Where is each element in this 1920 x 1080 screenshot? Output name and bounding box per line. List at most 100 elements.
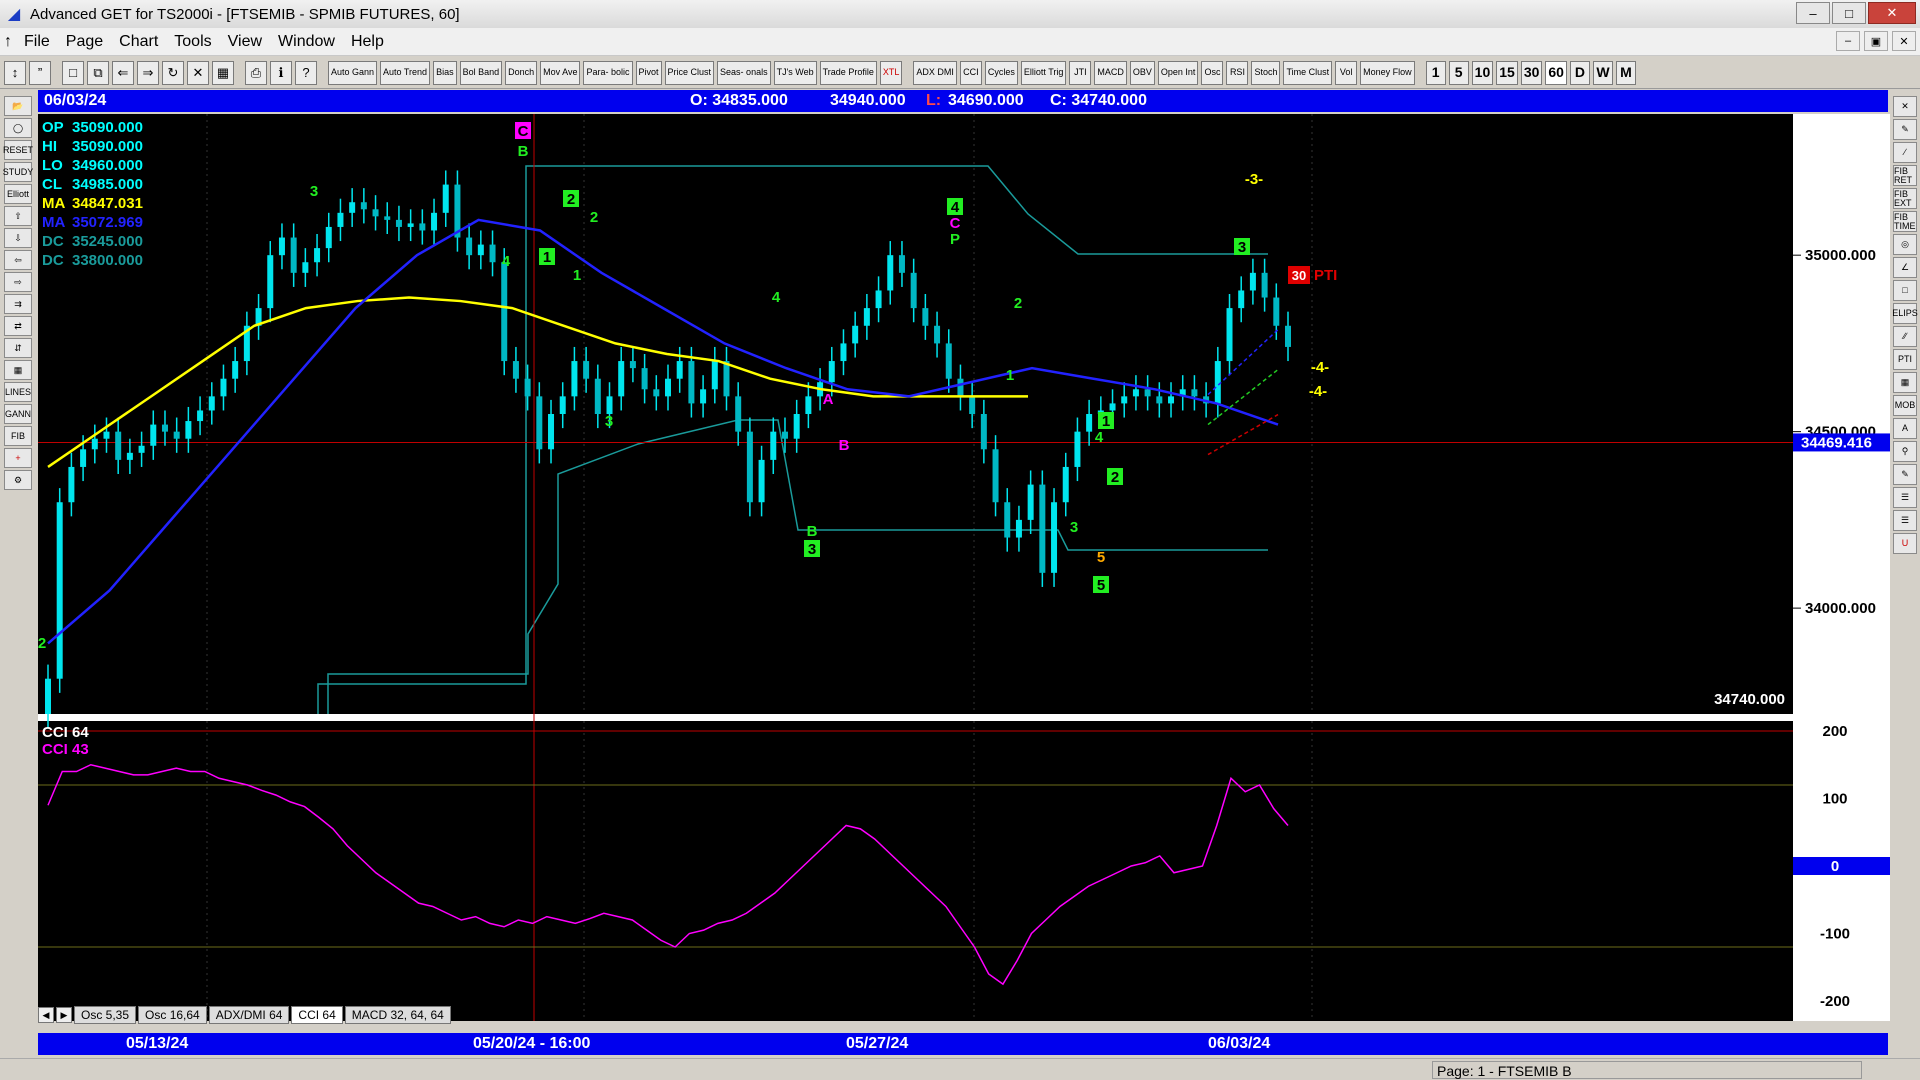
scroll-right-icon[interactable]: ⇒ [137,60,159,85]
lines-icon[interactable]: LINES [4,382,32,402]
study-donch-button[interactable]: Donch [505,60,538,85]
study-stoch-button[interactable]: Stoch [1251,60,1281,85]
study-elliott-trig-button[interactable]: Elliott Trig [1020,60,1067,85]
reset-icon[interactable]: RESET [3,140,33,160]
delete-icon[interactable]: ✕ [187,60,209,85]
magnet-icon[interactable]: U [1893,533,1917,554]
gann-icon[interactable]: GANN [4,404,32,424]
pointer-icon[interactable]: ↕ [4,60,26,85]
study-vol-button[interactable]: Vol [1335,60,1358,85]
copy-icon[interactable]: ⧉ [87,60,109,85]
list-icon[interactable]: ☰ [1893,510,1917,531]
interval-15-button[interactable]: 15 [1496,60,1518,85]
crosshair-icon[interactable]: + [4,448,32,468]
menu-file[interactable]: File [16,33,58,51]
tab-adx-dmi-64[interactable]: ADX/DMI 64 [208,1006,290,1024]
interval-5-button[interactable]: 5 [1448,60,1469,85]
trendline-icon[interactable]: ∕ [1893,142,1917,163]
study-bol-band-button[interactable]: Bol Band [459,60,503,85]
text-tool-icon[interactable]: A [1893,418,1917,439]
study-money-flow-button[interactable]: Money Flow [1360,60,1415,85]
menu-window[interactable]: Window [270,33,343,51]
study-osc-button[interactable]: Osc [1201,60,1224,85]
study-adx-dmi-button[interactable]: ADX DMI [913,60,957,85]
fib-icon[interactable]: FIB [4,426,32,446]
info-icon[interactable]: ℹ [270,60,292,85]
cycle-icon[interactable]: ☰ [1893,487,1917,508]
interval-w-button[interactable]: W [1592,60,1613,85]
fan-icon[interactable]: ∠ [1893,257,1917,278]
arrow-left-icon[interactable]: ⇦ [4,250,32,270]
magnifier-icon[interactable]: ⚲ [1893,441,1917,462]
grid-icon[interactable]: ▦ [212,60,234,85]
study-auto-gann-button[interactable]: Auto Gann [328,60,378,85]
study-price-clust-button[interactable]: Price Clust [664,60,715,85]
menu-help[interactable]: Help [343,33,392,51]
study-cci-button[interactable]: CCI [959,60,982,85]
help-icon[interactable]: ? [295,60,317,85]
circle-tool-icon[interactable]: ◎ [1893,234,1917,255]
study-jti-button[interactable]: JTI [1069,60,1092,85]
new-page-icon[interactable]: □ [62,60,84,85]
study-bias-button[interactable]: Bias [433,60,457,85]
marker-icon[interactable]: ✎ [1893,464,1917,485]
study-icon[interactable]: STUDY [3,162,33,182]
study-time-clust-button[interactable]: Time Clust [1283,60,1333,85]
open-folder-icon[interactable]: 📂 [4,96,32,116]
study-xtl-button[interactable]: XTL [879,60,903,85]
study-mov-ave-button[interactable]: Mov Ave [540,60,581,85]
study-open-int-button[interactable]: Open Int [1157,60,1199,85]
close-button[interactable]: ✕ [1868,2,1916,24]
settings-icon[interactable]: ⚙ [4,470,32,490]
box-icon[interactable]: □ [1893,280,1917,301]
menu-view[interactable]: View [220,33,270,51]
study-pivot-button[interactable]: Pivot [635,60,662,85]
pencil-icon[interactable]: ✎ [1893,119,1917,140]
interval-60-button[interactable]: 60 [1545,60,1567,85]
mdi-restore-button[interactable]: ▣ [1864,31,1888,51]
mdi-close-button[interactable]: ✕ [1892,31,1916,51]
interval-1-button[interactable]: 1 [1425,60,1446,85]
tab-cci-64[interactable]: CCI 64 [291,1006,343,1024]
quote-icon[interactable]: ” [29,60,51,85]
compress-icon[interactable]: ⇉ [4,294,32,314]
study-seasonals-button[interactable]: Seas- onals [717,60,771,85]
binoculars-icon[interactable]: ◯ [4,118,32,138]
minimize-button[interactable]: – [1796,2,1830,24]
scroll-left-icon[interactable]: ⇐ [112,60,134,85]
arrow-right-icon[interactable]: ⇨ [4,272,32,292]
zoom-icon[interactable]: ⇵ [4,338,32,358]
expand-icon[interactable]: ⇄ [4,316,32,336]
interval-30-button[interactable]: 30 [1520,60,1543,85]
menu-page[interactable]: Page [58,33,111,51]
study-tjs-web-button[interactable]: TJ's Web [773,60,817,85]
elliott-icon[interactable]: Elliott [4,184,32,204]
fib-ret-icon[interactable]: FIB RET [1893,165,1917,186]
fib-time-icon[interactable]: FIB TIME [1893,211,1917,232]
interval-d-button[interactable]: D [1569,60,1590,85]
tab-macd-32-64-64[interactable]: MACD 32, 64, 64 [344,1006,451,1024]
interval-m-button[interactable]: M [1615,60,1636,85]
study-trade-profile-button[interactable]: Trade Profile [819,60,877,85]
study-parabolic-button[interactable]: Para- bolic [583,60,633,85]
maximize-button[interactable]: □ [1832,2,1866,24]
mob-icon[interactable]: MOB [1893,395,1917,416]
print-icon[interactable]: ⎙ [245,60,267,85]
doc-icon[interactable]: ↑ [0,33,16,51]
arrow-down-icon[interactable]: ⇩ [4,228,32,248]
menu-tools[interactable]: Tools [166,33,219,51]
study-cycles-button[interactable]: Cycles [984,60,1018,85]
tab-scroll-left-icon[interactable]: ◀ [38,1007,54,1023]
menu-chart[interactable]: Chart [111,33,166,51]
tab-scroll-right-icon[interactable]: ▶ [56,1007,72,1023]
arrow-up-icon[interactable]: ⇧ [4,206,32,226]
price-chart-svg[interactable]: OP 35090.000 HI 35090.000 LO 34960.000 CL 34985… [38,114,1890,1034]
refresh-icon[interactable]: ↻ [162,60,184,85]
interval-10-button[interactable]: 10 [1471,60,1494,85]
fib-ext-icon[interactable]: FIB EXT [1893,188,1917,209]
pti-icon[interactable]: PTI [1893,349,1917,370]
ellipse-icon[interactable]: ELIPS [1892,303,1918,324]
close-tool-icon[interactable]: ✕ [1893,96,1917,117]
tab-osc-5-35[interactable]: Osc 5,35 [74,1006,137,1024]
grid-icon[interactable]: ▦ [4,360,32,380]
